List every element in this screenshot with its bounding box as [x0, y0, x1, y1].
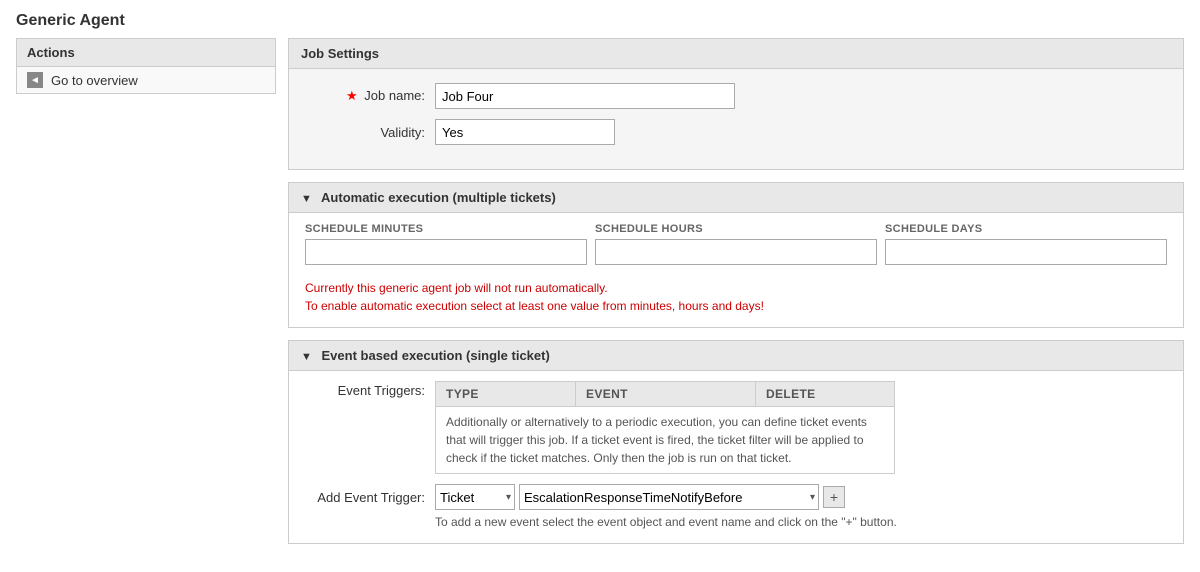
content-area: Job Settings ★ Job name: Validity: — [288, 38, 1184, 556]
event-triggers-label: Event Triggers: — [305, 381, 425, 474]
page-title: Generic Agent — [0, 0, 1200, 38]
schedule-hours-label: SCHEDULE HOURS — [595, 223, 877, 235]
schedule-minutes-label: SCHEDULE MINUTES — [305, 223, 587, 235]
automatic-execution-header: ▼ Automatic execution (multiple tickets) — [289, 183, 1183, 213]
event-name-select-wrapper: EscalationResponseTimeNotifyBefore — [519, 484, 819, 510]
event-execution-header: ▼ Event based execution (single ticket) — [289, 341, 1183, 371]
event-triggers-row: Event Triggers: TYPE EVENT DELETE Additi… — [305, 381, 1167, 474]
schedule-hours-input[interactable] — [595, 239, 877, 265]
add-trigger-label: Add Event Trigger: — [305, 490, 425, 505]
schedule-days-col: SCHEDULE DAYS — [885, 223, 1167, 265]
event-table-body: Additionally or alternatively to a perio… — [436, 407, 894, 473]
schedule-days-label: SCHEDULE DAYS — [885, 223, 1167, 235]
col-delete-header: DELETE — [756, 382, 894, 406]
event-name-select[interactable]: EscalationResponseTimeNotifyBefore — [519, 484, 819, 510]
back-arrow-icon: ◄ — [27, 72, 43, 88]
job-name-label: ★ Job name: — [305, 88, 425, 104]
job-settings-header: Job Settings — [289, 39, 1183, 69]
event-table: TYPE EVENT DELETE Additionally or altern… — [435, 381, 895, 474]
sidebar-section-title: Actions — [16, 38, 276, 67]
toggle-arrow-icon: ▼ — [301, 193, 312, 205]
col-type-header: TYPE — [436, 382, 576, 406]
ticket-type-select[interactable]: Ticket — [435, 484, 515, 510]
schedule-minutes-col: SCHEDULE MINUTES — [305, 223, 587, 265]
add-trigger-controls: Ticket EscalationResponseTimeNotifyBefor… — [435, 484, 845, 510]
add-trigger-hint: To add a new event select the event obje… — [305, 515, 1167, 529]
event-table-header: TYPE EVENT DELETE — [436, 382, 894, 407]
schedule-hours-col: SCHEDULE HOURS — [595, 223, 877, 265]
warning-text: Currently this generic agent job will no… — [289, 271, 1183, 327]
sidebar-item-overview[interactable]: ◄ Go to overview — [16, 67, 276, 94]
add-trigger-row: Add Event Trigger: Ticket EscalationResp… — [305, 484, 1167, 510]
job-name-row: ★ Job name: — [305, 83, 1167, 109]
event-execution-body: Event Triggers: TYPE EVENT DELETE Additi… — [289, 371, 1183, 543]
validity-label: Validity: — [305, 125, 425, 140]
event-execution-panel: ▼ Event based execution (single ticket) … — [288, 340, 1184, 544]
validity-input[interactable] — [435, 119, 615, 145]
sidebar-item-label: Go to overview — [51, 73, 138, 88]
job-name-input[interactable] — [435, 83, 735, 109]
event-toggle-arrow-icon: ▼ — [301, 351, 312, 363]
automatic-execution-panel: ▼ Automatic execution (multiple tickets)… — [288, 182, 1184, 328]
sidebar: Actions ◄ Go to overview — [16, 38, 276, 556]
job-settings-panel: Job Settings ★ Job name: Validity: — [288, 38, 1184, 170]
schedule-minutes-input[interactable] — [305, 239, 587, 265]
required-star: ★ — [346, 88, 358, 103]
event-table-wrapper: TYPE EVENT DELETE Additionally or altern… — [435, 381, 895, 474]
job-settings-body: ★ Job name: Validity: — [289, 69, 1183, 169]
schedule-area: SCHEDULE MINUTES SCHEDULE HOURS SCHEDULE… — [289, 213, 1183, 271]
schedule-days-input[interactable] — [885, 239, 1167, 265]
add-trigger-button[interactable]: + — [823, 486, 845, 508]
automatic-execution-body: SCHEDULE MINUTES SCHEDULE HOURS SCHEDULE… — [289, 213, 1183, 327]
ticket-type-select-wrapper: Ticket — [435, 484, 515, 510]
col-event-header: EVENT — [576, 382, 756, 406]
validity-row: Validity: — [305, 119, 1167, 145]
